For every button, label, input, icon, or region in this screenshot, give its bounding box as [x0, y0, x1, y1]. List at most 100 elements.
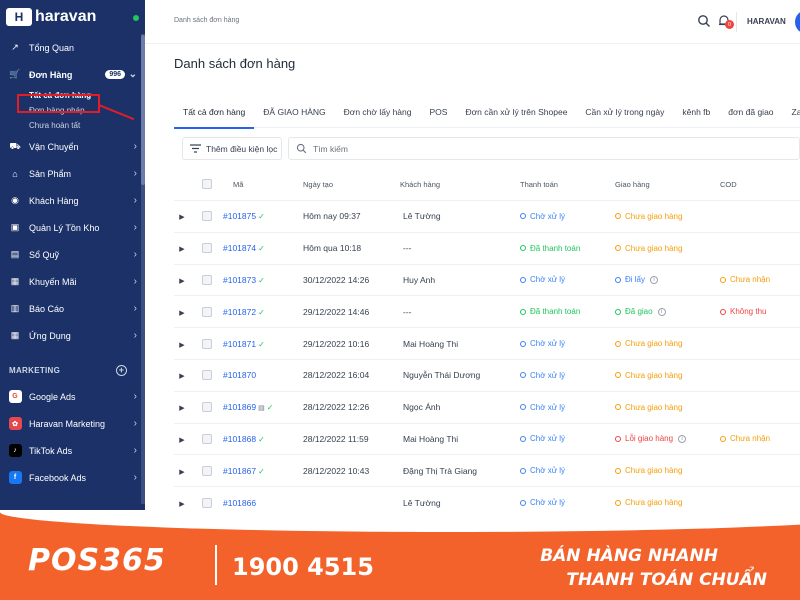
sidebar-item-don-hang[interactable]: 🛒 Đơn Hàng 996 ⌄	[0, 61, 145, 88]
row-checkbox[interactable]	[201, 465, 212, 476]
col-header-payment[interactable]: Thanh toán	[520, 180, 615, 189]
status-dot	[520, 372, 526, 379]
box-icon: ▣	[10, 222, 20, 232]
table-row[interactable]: ▶ #101867 ✓ 28/12/2022 10:43 Đặng Thị Trà Gi…	[174, 454, 800, 486]
info-icon[interactable]: i	[650, 275, 659, 284]
table-row[interactable]: ▶ #101874 ✓ Hôm qua 10:18 --- Đã thanh toán Ch…	[174, 231, 800, 264]
col-header-shipping[interactable]: Giao hàng	[615, 180, 720, 189]
order-code-link[interactable]: #101869	[223, 402, 256, 412]
expand-row-icon[interactable]: ▶	[179, 214, 184, 221]
status-dot	[720, 308, 726, 315]
search-box[interactable]	[288, 137, 800, 160]
table-row[interactable]: ▶ #101873 ✓ 30/12/2022 14:26 Huy Anh Chờ xử l…	[174, 263, 800, 296]
tab-pos[interactable]: POS	[420, 96, 456, 128]
col-header-code[interactable]: Mã	[223, 180, 303, 189]
sidebar-subitem-chua-hoan-tat[interactable]: Chưa hoàn tất	[0, 118, 145, 133]
tab-kenh-fb[interactable]: kênh fb	[673, 96, 719, 128]
sidebar-item-san-pham[interactable]: ⌂ Sản Phẩm ›	[0, 160, 145, 187]
sidebar-item-khuyen-mai[interactable]: ▦ Khuyến Mãi ›	[0, 268, 145, 295]
status-dot	[615, 467, 621, 474]
wallet-icon: ▤	[10, 249, 20, 259]
row-checkbox[interactable]	[201, 306, 212, 317]
tab-can-xu-ly-trong-ngay[interactable]: Cần xử lý trong ngày	[576, 96, 673, 128]
col-header-customer[interactable]: Khách hàng	[400, 180, 520, 189]
row-checkbox[interactable]	[201, 243, 212, 254]
expand-row-icon[interactable]: ▶	[179, 310, 184, 317]
row-checkbox[interactable]	[201, 497, 212, 508]
info-icon[interactable]: i	[678, 434, 687, 443]
row-checkbox[interactable]	[201, 338, 212, 349]
sidebar-item-khach-hang[interactable]: ◉ Khách Hàng ›	[0, 187, 145, 214]
table-row[interactable]: ▶ #101871 ✓ 29/12/2022 10:16 Mai Hoàng Thi Ch…	[174, 327, 800, 359]
status-dot	[615, 340, 621, 347]
search-icon[interactable]	[697, 14, 711, 28]
col-header-cod[interactable]: COD	[720, 180, 800, 189]
order-code-link[interactable]: #101866	[223, 498, 256, 508]
info-icon[interactable]: i	[657, 307, 666, 316]
expand-row-icon[interactable]: ▶	[179, 501, 184, 508]
status-dot	[615, 308, 621, 315]
header-divider	[736, 12, 737, 32]
expand-row-icon[interactable]: ▶	[179, 437, 184, 444]
row-checkbox[interactable]	[201, 274, 212, 285]
tab-don-cho-lay-hang[interactable]: Đơn chờ lấy hàng	[335, 96, 421, 128]
shipping-status-text: Lỗi giao hàng	[625, 434, 674, 444]
order-code-link[interactable]: #101873	[223, 275, 256, 285]
payment-status: Chờ xử lý	[520, 371, 565, 380]
select-all-checkbox[interactable]	[201, 179, 212, 189]
row-checkbox[interactable]	[201, 402, 212, 413]
tab-don-can-xu-ly-tren-shopee[interactable]: Đơn cần xử lý trên Shopee	[456, 96, 576, 128]
status-dot	[615, 435, 621, 442]
expand-row-icon[interactable]: ▶	[179, 469, 184, 476]
row-checkbox[interactable]	[201, 211, 212, 222]
sidebar-scrollbar-thumb[interactable]	[141, 35, 145, 185]
order-code-link[interactable]: #101874	[223, 243, 256, 253]
sidebar-item-so-quy[interactable]: ▤ Sổ Quỹ ›	[0, 241, 145, 268]
marketing-item-facebook-ads[interactable]: f Facebook Ads ›	[0, 464, 145, 491]
expand-row-icon[interactable]: ▶	[179, 405, 184, 412]
tab-zalo[interactable]: Zalo	[783, 96, 800, 128]
store-name[interactable]: HARAVAN	[747, 17, 786, 26]
order-code-link[interactable]: #101875	[223, 211, 256, 221]
table-row[interactable]: ▶ #101872 ✓ 29/12/2022 14:46 --- Đã thanh toá…	[174, 295, 800, 327]
tab-da-giao-hang[interactable]: ĐÃ GIAO HÀNG	[254, 96, 334, 128]
marketing-item-haravan-marketing[interactable]: ✿ Haravan Marketing ›	[0, 410, 145, 437]
tab-tat-ca-don-hang[interactable]: Tất cả đơn hàng	[174, 96, 255, 129]
online-status-dot	[133, 15, 139, 21]
marketing-item-tiktok-ads[interactable]: ♪ TikTok Ads ›	[0, 437, 145, 464]
table-row[interactable]: ▶ #101869 ▤ ✓ 28/12/2022 12:26 Ngọc Ánh Chờ xử…	[174, 390, 800, 423]
cod-status: Chưa nhận	[720, 275, 770, 284]
expand-row-icon[interactable]: ▶	[179, 246, 184, 253]
customer-name: Ngọc Ánh	[403, 402, 441, 413]
customer-name: ---	[403, 243, 412, 254]
col-header-date[interactable]: Ngày tạo	[303, 180, 400, 189]
add-filter-button[interactable]: Thêm điều kiện lọc	[182, 137, 282, 160]
add-marketing-icon[interactable]: +	[116, 364, 127, 376]
expand-row-icon[interactable]: ▶	[179, 278, 184, 285]
shipping-status-text: Chưa giao hàng	[625, 243, 683, 253]
marketing-item-google-ads[interactable]: G Google Ads ›	[0, 383, 145, 410]
table-row[interactable]: ▶ #101870 28/12/2022 16:04 Nguyễn Thái Dươn…	[174, 358, 800, 391]
sidebar-item-quan-ly-ton-kho[interactable]: ▣ Quản Lý Tồn Kho ›	[0, 214, 145, 241]
tab-don-da-giao[interactable]: đơn đã giao	[719, 96, 782, 128]
row-checkbox[interactable]	[201, 433, 212, 444]
sidebar-item-tong-quan[interactable]: ↗ Tổng Quan	[0, 34, 145, 61]
order-code-link[interactable]: #101872	[223, 307, 256, 317]
brand-logo[interactable]: H haravan	[0, 0, 145, 34]
expand-row-icon[interactable]: ▶	[179, 373, 184, 380]
table-row[interactable]: ▶ #101875 ✓ Hôm nay 09:37 Lê Tường Chờ xử lý C…	[174, 200, 800, 232]
table-header: Mã Ngày tạo Khách hàng Thanh toán Giao h…	[174, 168, 800, 200]
order-code-link[interactable]: #101870	[223, 370, 256, 380]
sidebar-item-ung-dung[interactable]: ▦ Ứng Dụng ›	[0, 322, 145, 349]
sidebar-item-van-chuyen[interactable]: ⛟ Vận Chuyển ›	[0, 133, 145, 160]
search-input[interactable]	[313, 143, 713, 154]
order-code-link[interactable]: #101871	[223, 339, 256, 349]
table-row[interactable]: ▶ #101868 ✓ 28/12/2022 11:59 Mai Hoàng Thi Ch…	[174, 422, 800, 455]
order-code-link[interactable]: #101868	[223, 434, 256, 444]
order-code-link[interactable]: #101867	[223, 466, 256, 476]
expand-row-icon[interactable]: ▶	[179, 342, 184, 349]
breadcrumb[interactable]: Danh sách đơn hàng	[174, 17, 239, 24]
sidebar-item-bao-cao[interactable]: ▥ Báo Cáo ›	[0, 295, 145, 322]
avatar[interactable]	[795, 10, 800, 34]
row-checkbox[interactable]	[201, 370, 212, 381]
